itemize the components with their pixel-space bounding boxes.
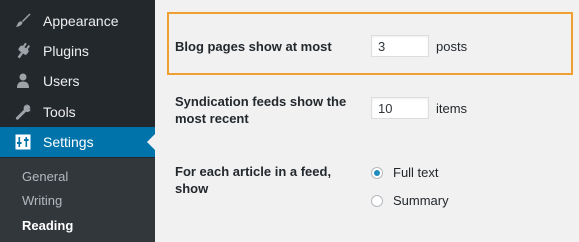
sidebar-item-label: Settings <box>43 134 94 150</box>
plug-icon <box>13 41 33 61</box>
feed-article-label-line2: show <box>175 181 209 196</box>
settings-icon <box>13 132 33 152</box>
sidebar-item-tools[interactable]: Tools <box>0 97 155 127</box>
syndication-input[interactable] <box>371 97 429 119</box>
sidebar-item-label: Plugins <box>43 43 89 59</box>
sidebar-item-plugins[interactable]: Plugins <box>0 36 155 66</box>
blog-pages-label: Blog pages show at most <box>175 39 332 54</box>
summary-radio[interactable] <box>371 195 383 207</box>
admin-sidebar: Appearance Plugins Users Tools Settings … <box>0 0 155 242</box>
blog-pages-unit: posts <box>436 39 468 54</box>
blog-pages-input[interactable] <box>371 35 429 57</box>
paintbrush-icon <box>13 11 33 31</box>
sidebar-item-label: Tools <box>43 104 76 120</box>
user-icon <box>13 71 33 91</box>
sidebar-item-label: Users <box>43 73 80 89</box>
wrench-icon <box>13 102 33 122</box>
sidebar-item-settings[interactable]: Settings <box>0 127 155 157</box>
sidebar-item-label: Appearance <box>43 13 119 29</box>
sidebar-item-users[interactable]: Users <box>0 66 155 96</box>
full-text-radio[interactable] <box>371 167 383 179</box>
summary-label[interactable]: Summary <box>393 191 449 210</box>
full-text-label[interactable]: Full text <box>393 163 439 182</box>
settings-submenu: General Writing Reading <box>0 158 155 242</box>
submenu-item-general[interactable]: General <box>22 169 68 184</box>
submenu-item-writing[interactable]: Writing <box>22 193 62 208</box>
submenu-item-reading[interactable]: Reading <box>22 218 73 233</box>
syndication-unit: items <box>436 101 468 116</box>
sidebar-item-appearance[interactable]: Appearance <box>0 6 155 36</box>
syndication-label-line2: most recent <box>175 111 249 126</box>
